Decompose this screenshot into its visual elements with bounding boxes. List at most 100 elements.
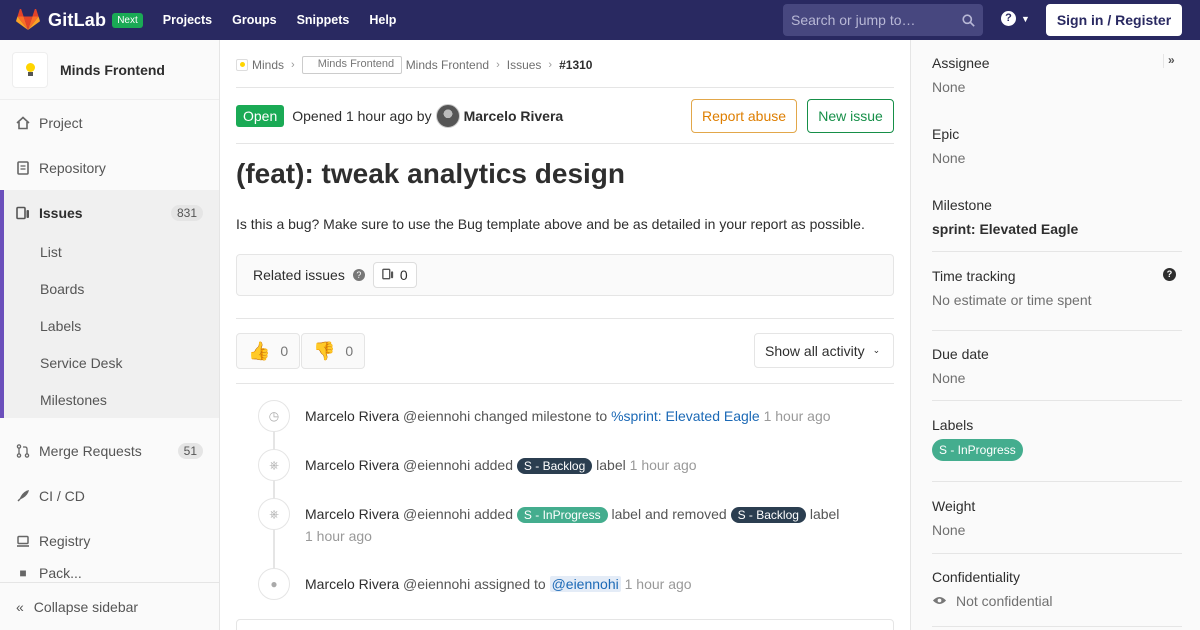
clock-icon: ◷	[258, 400, 290, 432]
confidentiality-value: Not confidential	[956, 593, 1053, 609]
thumbs-down-button[interactable]: 👎 0	[301, 333, 366, 369]
right-sidebar: Assignee None Epic None Milestone sprint…	[910, 40, 1200, 630]
note-action: added	[474, 506, 514, 522]
note-time: 1 hour ago	[624, 576, 692, 592]
breadcrumb-issues[interactable]: Issues	[507, 58, 542, 72]
issue-description: Is this a bug? Make sure to use the Bug …	[236, 216, 865, 232]
collapse-label: Collapse sidebar	[33, 598, 139, 615]
issue-title: (feat): tweak analytics design	[236, 158, 626, 189]
question-icon[interactable]: ?	[352, 269, 365, 281]
label-badge[interactable]: S - Backlog	[730, 507, 806, 523]
rocket-icon	[16, 489, 30, 503]
tag-icon: ⎈	[258, 449, 290, 481]
status-badge: Open	[236, 105, 285, 127]
label-badge[interactable]: S - InProgress	[516, 507, 608, 523]
top-navbar: GitLab Next Projects Groups Snippets Hel…	[0, 0, 1200, 40]
sidebar-item-issues[interactable]: Issues 831	[0, 190, 219, 235]
gitlab-brand[interactable]: GitLab Next	[16, 9, 143, 31]
search-placeholder: Search or jump to…	[791, 12, 916, 28]
note-handle[interactable]: @eiennohi	[403, 576, 470, 592]
collapse-sidebar-button[interactable]: « Collapse sidebar	[0, 582, 219, 630]
sidebar-item-packages[interactable]: ■ Pack...	[0, 563, 219, 583]
divider	[932, 400, 1182, 401]
note-author[interactable]: Marcelo Rivera	[305, 408, 399, 424]
issues-submenu: List Boards Labels Service Desk Mileston…	[0, 231, 219, 418]
note-handle[interactable]: @eiennohi	[403, 506, 470, 522]
sidebar-item-project[interactable]: Project	[0, 100, 219, 145]
submenu-boards[interactable]: Boards	[40, 281, 84, 297]
divider	[932, 626, 1182, 627]
due-date-title: Due date	[932, 346, 989, 362]
sidebar-item-label: Registry	[39, 532, 91, 549]
related-issues-count: 0	[372, 262, 417, 288]
submenu-list[interactable]: List	[40, 244, 62, 260]
breadcrumb-group-avatar	[236, 59, 248, 71]
epic-block: Epic None	[932, 126, 1182, 166]
double-chevron-right-icon[interactable]: »	[1163, 53, 1175, 68]
breadcrumb-project[interactable]: Minds Frontend	[406, 58, 489, 72]
divider	[236, 143, 894, 144]
note-handle[interactable]: @eiennohi	[403, 408, 470, 424]
breadcrumb-group[interactable]: Minds	[252, 58, 284, 72]
search-input[interactable]: Search or jump to…	[783, 4, 983, 36]
opened-text: Opened 1 hour ago by	[292, 108, 432, 124]
activity-filter-label: Show all activity	[765, 342, 865, 359]
submenu-milestones[interactable]: Milestones	[40, 392, 107, 408]
note-body: Marcelo Rivera @eiennohi added S - Backl…	[305, 455, 885, 477]
divider	[236, 87, 894, 88]
sidebar-item-ci-cd[interactable]: CI / CD	[0, 473, 219, 518]
sidebar-item-label: Issues	[39, 204, 83, 221]
epic-value: None	[932, 150, 966, 166]
comment-form[interactable]	[236, 619, 894, 630]
nav-snippets[interactable]: Snippets	[287, 13, 360, 27]
double-chevron-left-icon: «	[16, 598, 24, 615]
nav-help[interactable]: Help	[359, 13, 406, 27]
avatar[interactable]	[435, 104, 460, 128]
due-date-value: None	[932, 370, 966, 386]
next-badge[interactable]: Next	[112, 12, 143, 28]
new-issue-button[interactable]: New issue	[807, 99, 894, 133]
milestone-value[interactable]: sprint: Elevated Eagle	[932, 221, 1182, 237]
note-author[interactable]: Marcelo Rivera	[305, 576, 399, 592]
sidebar-item-repository[interactable]: Repository	[0, 145, 219, 190]
sidebar-item-merge-requests[interactable]: Merge Requests 51	[0, 428, 219, 473]
nav-groups[interactable]: Groups	[222, 13, 286, 27]
note-author[interactable]: Marcelo Rivera	[305, 457, 399, 473]
brand-name: GitLab	[48, 9, 107, 30]
note-body: Marcelo Rivera @eiennohi changed milesto…	[305, 406, 885, 427]
milestone-link[interactable]: %sprint: Elevated Eagle	[611, 408, 760, 424]
eye-icon	[932, 593, 947, 609]
report-abuse-button[interactable]: Report abuse	[691, 99, 797, 133]
note-author[interactable]: Marcelo Rivera	[305, 506, 399, 522]
submenu-service-desk[interactable]: Service Desk	[40, 355, 122, 371]
signin-button[interactable]: Sign in / Register	[1046, 4, 1182, 36]
label-badge[interactable]: S - InProgress	[932, 439, 1023, 461]
confidentiality-title: Confidentiality	[932, 569, 1020, 585]
issue-header: Open Opened 1 hour ago by Marcelo Rivera	[236, 104, 563, 128]
time-tracking-value: No estimate or time spent	[932, 292, 1092, 308]
labels-title: Labels	[932, 417, 974, 433]
user-mention[interactable]: @eiennohi	[549, 576, 621, 592]
activity-filter-dropdown[interactable]: Show all activity ⌄	[754, 333, 894, 368]
question-icon[interactable]: ?	[1163, 268, 1176, 281]
note-body: Marcelo Rivera @eiennohi added S - InPro…	[305, 504, 885, 547]
note-action: assigned to	[474, 576, 546, 592]
weight-block: Weight None	[932, 498, 1182, 538]
note-handle[interactable]: @eiennohi	[403, 457, 470, 473]
label-badge[interactable]: S - Backlog	[516, 458, 593, 474]
help-dropdown[interactable]: ? ▼	[1001, 11, 1030, 26]
breadcrumb-project-image: Minds Frontend	[301, 56, 402, 74]
related-issues-label: Related issues	[253, 267, 345, 283]
project-header[interactable]: Minds Frontend	[0, 40, 219, 100]
submenu-labels[interactable]: Labels	[40, 318, 81, 334]
divider	[932, 251, 1182, 252]
related-issues-panel: Related issues ? 0	[236, 254, 894, 296]
search-icon	[962, 13, 975, 27]
main-content: Minds › Minds Frontend Minds Frontend › …	[236, 40, 894, 630]
thumbs-up-button[interactable]: 👍 0	[236, 333, 301, 369]
breadcrumb-current[interactable]: #1310	[559, 58, 592, 72]
nav-projects[interactable]: Projects	[153, 13, 222, 27]
author-name[interactable]: Marcelo Rivera	[464, 108, 564, 124]
sidebar-item-registry[interactable]: Registry	[0, 518, 219, 563]
note-action: added	[474, 457, 514, 473]
